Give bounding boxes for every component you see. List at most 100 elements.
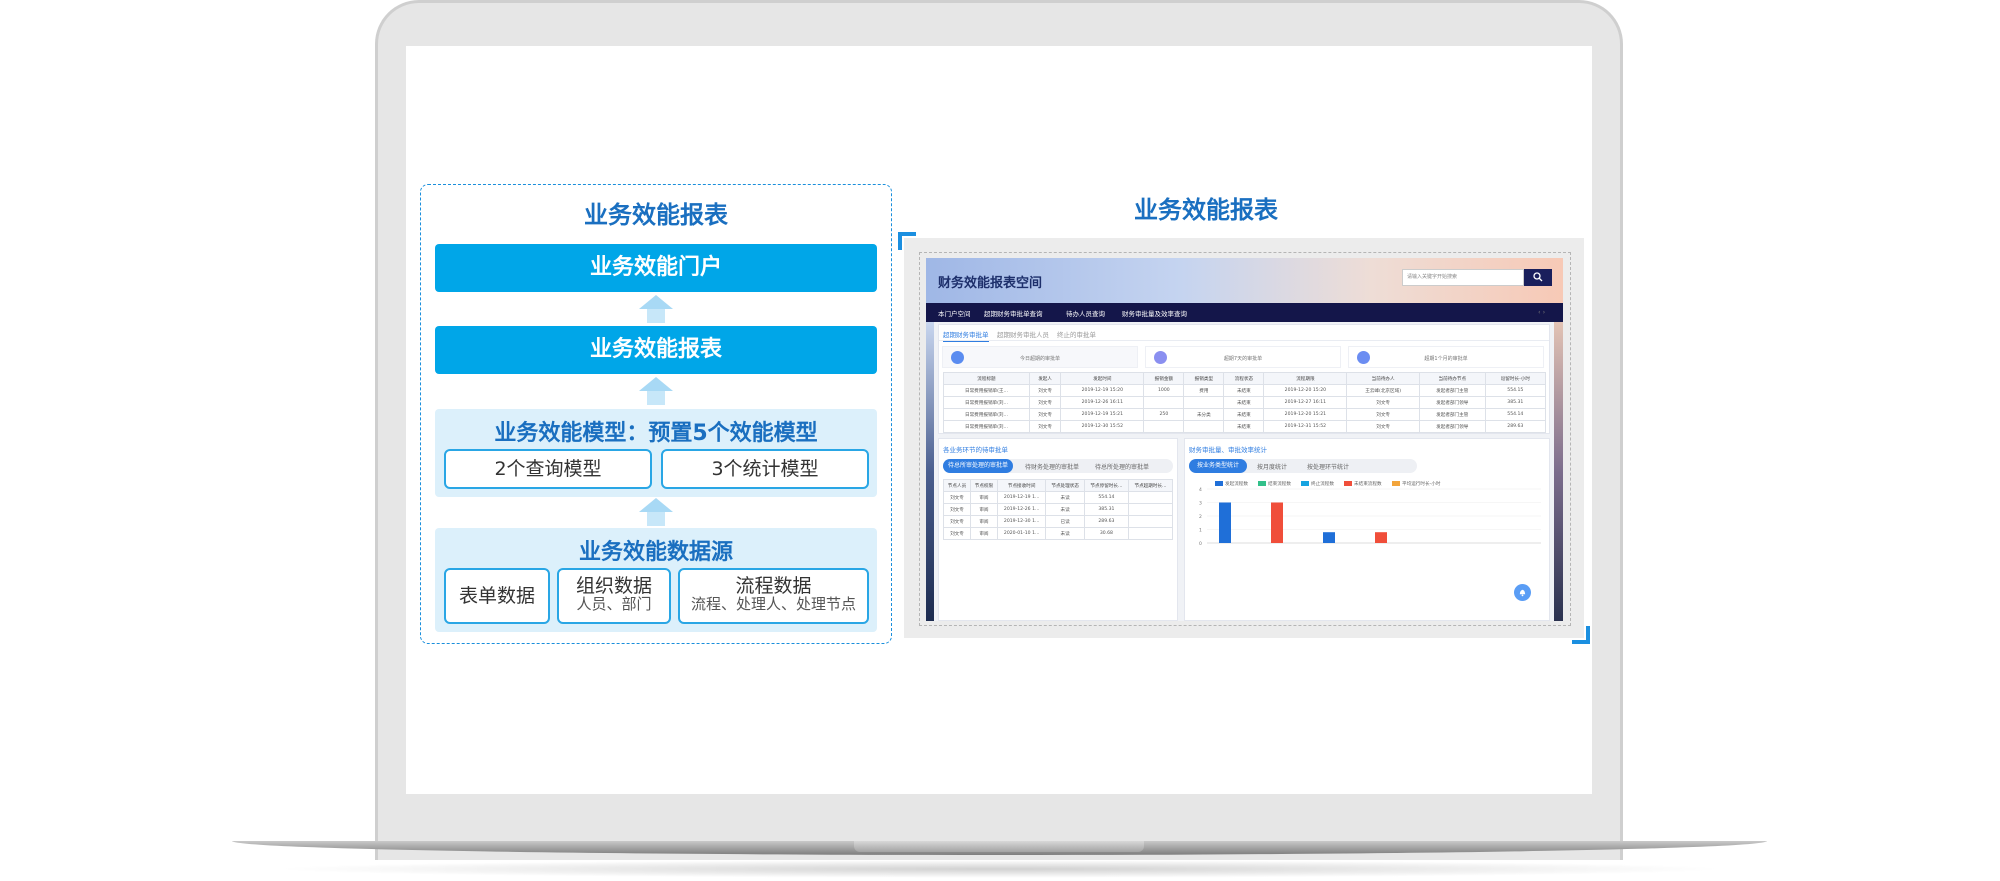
portal-bar: 业务效能门户 [435, 244, 877, 292]
column-header[interactable]: 逗留时长-小时 [1484, 372, 1547, 385]
stat-model-box: 3个统计模型 [661, 449, 869, 489]
column-header[interactable]: 流程状态 [1223, 372, 1265, 385]
table-cell: 刘文专 [943, 515, 971, 528]
nav-home[interactable]: 本门户空间 [938, 308, 971, 318]
table-row[interactable]: 日常费用报销单(刘... 刘文专 2019-12-19 15:21 250 未分类 未结束… [943, 408, 1547, 421]
table-row[interactable]: 刘文专 审阅 2020-01-10 1... 未读 30.68 [943, 527, 1174, 540]
table-cell: 2019-12-20 15:20 [1263, 384, 1348, 397]
y-tick-label: 3 [1199, 501, 1202, 507]
laptop-hinge-notch [854, 841, 1144, 852]
table-cell: 未读 [1045, 527, 1085, 540]
pending-card: 各业务环节的待审批单 待总所审处理的审批单 待财务处理的审批单 待总所处理的审批… [938, 438, 1178, 621]
overdue-card: 超期财务审批单 超期财务审批人员 终止的审批单 今日超期的审批单 超期7天的审批… [938, 324, 1550, 434]
tab-terminated[interactable]: 终止的审批单 [1057, 329, 1096, 339]
column-header[interactable]: 当前待办节点 [1418, 372, 1486, 385]
table-cell [1127, 527, 1174, 540]
table-row[interactable]: 刘文专 审阅 2019-12-30 1... 已读 289.63 [943, 515, 1174, 528]
column-header[interactable]: 报销类型 [1183, 372, 1225, 385]
table-cell: 289.63 [1083, 515, 1129, 528]
column-header[interactable]: 当前待办人 [1346, 372, 1420, 385]
search-button[interactable] [1524, 269, 1552, 286]
column-header[interactable]: 节点停留时长... [1083, 479, 1129, 492]
segment-active[interactable]: 待总所审处理的审批单 [943, 459, 1013, 473]
table-cell: 审阅 [969, 527, 998, 540]
app-nav: 本门户空间 超期财务审批单查询 待办人员查询 财务审批量及效率查询 ‹ › [926, 303, 1563, 322]
column-header[interactable]: 发起人 [1028, 372, 1062, 385]
table-cell: 日常费用报销单(王... [943, 384, 1030, 397]
table-cell: 已读 [1045, 515, 1085, 528]
y-tick-label: 0 [1199, 541, 1202, 547]
table-cell: 发起者部门领导 [1418, 420, 1486, 433]
table-cell: 刘文专 [1346, 420, 1420, 433]
laptop-screen: 业务效能报表 业务效能门户 业务效能报表 业务效能模型：预置5个效能模型 2个查… [406, 46, 1592, 794]
table-cell: 1000 [1143, 384, 1185, 397]
table-cell: 未结束 [1223, 396, 1265, 409]
finance-report-app: 财务效能报表空间 请输入关键字开始搜索 本门户空间 超期财务审批单查询 待办人员… [926, 258, 1563, 621]
column-header[interactable]: 节点接收时间 [996, 479, 1047, 492]
model-panel-title: 业务效能模型：预置5个效能模型 [494, 421, 818, 446]
arrow-up-icon [639, 498, 673, 526]
table-cell: 刘文专 [1028, 396, 1062, 409]
table-cell: 554.14 [1484, 408, 1547, 421]
table-cell: 日常费用报销单(刘... [943, 420, 1030, 433]
table-cell: 审阅 [969, 491, 998, 504]
stat-1month[interactable]: 超期1个月的审批单 [1348, 346, 1544, 368]
flow-data-sub: 流程、处理人、处理节点 [690, 595, 856, 613]
stat-7days[interactable]: 超期7天的审批单 [1145, 346, 1341, 368]
column-header[interactable]: 流程期限 [1263, 372, 1348, 385]
tab-overdue[interactable]: 超期财务审批单 [943, 329, 989, 342]
table-cell: 2019-12-19 15:21 [1060, 408, 1145, 421]
overdue-table: 流程标题 发起人 发起时间 报销金额 报销类型 流程状态 流程期限 当前待办人 当前待办节点 逗留… [943, 372, 1547, 433]
table-cell: 2020-01-10 1... [996, 527, 1047, 540]
nav-arrows-icon[interactable]: ‹ › [1538, 308, 1545, 316]
table-cell: 发起者部门领导 [1418, 396, 1486, 409]
table-row[interactable]: 刘文专 审阅 2019-12-26 1... 未读 385.31 [943, 503, 1174, 516]
table-cell: 2019-12-19 15:20 [1060, 384, 1145, 397]
segment-item[interactable]: 待财务处理的审批单 [1025, 462, 1079, 471]
nav-pending[interactable]: 待办人员查询 [1066, 308, 1105, 318]
diagram-title: 业务效能报表 [584, 201, 728, 229]
segment-item[interactable]: 待总所处理的审批单 [1095, 462, 1149, 471]
table-cell: 250 [1143, 408, 1185, 421]
column-header[interactable]: 节点处理状态 [1045, 479, 1085, 492]
table-cell [1143, 420, 1185, 433]
form-data-box: 表单数据 [444, 568, 550, 624]
chart-bar[interactable] [1375, 532, 1387, 543]
nav-efficiency[interactable]: 财务审批量及效率查询 [1122, 308, 1187, 318]
tab-overdue-people[interactable]: 超期财务审批人员 [997, 329, 1049, 339]
column-header[interactable]: 报销金额 [1143, 372, 1185, 385]
table-cell [1143, 396, 1185, 409]
table-cell: 30.68 [1083, 527, 1129, 540]
table-cell: 审阅 [969, 503, 998, 516]
org-data-box: 组织数据 人员、部门 [557, 568, 671, 624]
table-cell: 554.15 [1484, 384, 1547, 397]
table-cell: 发起者部门主管 [1418, 384, 1486, 397]
chart-bar[interactable] [1271, 502, 1283, 544]
nav-overdue[interactable]: 超期财务审批单查询 [984, 308, 1043, 318]
table-cell: 刘文专 [943, 503, 971, 516]
table-row[interactable]: 日常费用报销单(刘... 刘文专 2019-12-30 15:52 未结束 2019-1… [943, 420, 1547, 433]
search-input[interactable]: 请输入关键字开始搜索 [1402, 269, 1524, 286]
table-cell: 日常费用报销单(刘... [943, 396, 1030, 409]
table-cell: 刘文专 [943, 491, 971, 504]
stats-bar-chart: 4 3 2 1 0 [1199, 487, 1541, 547]
column-header[interactable]: 发起时间 [1060, 372, 1145, 385]
table-cell: 发起者部门主管 [1418, 408, 1486, 421]
column-header[interactable]: 流程标题 [943, 372, 1030, 385]
chart-bar[interactable] [1323, 532, 1335, 543]
stat-today[interactable]: 今日超期的审批单 [942, 346, 1138, 368]
query-model-box: 2个查询模型 [444, 449, 652, 489]
table-row[interactable]: 日常费用报销单(刘... 刘文专 2019-12-26 16:11 未结束 2019-1… [943, 396, 1547, 409]
magnifier-icon [1533, 272, 1543, 282]
table-cell: 554.14 [1083, 491, 1129, 504]
column-header[interactable]: 节点人员 [943, 479, 971, 492]
table-row[interactable]: 刘文专 审阅 2019-12-19 1... 未读 554.14 [943, 491, 1174, 504]
column-header[interactable]: 节点超期时长... [1127, 479, 1174, 492]
flow-data-box: 流程数据 流程、处理人、处理节点 [678, 568, 869, 624]
table-cell: 2019-12-27 16:11 [1263, 396, 1348, 409]
table-cell [1183, 420, 1225, 433]
chart-bar[interactable] [1219, 502, 1231, 544]
bell-icon[interactable] [1514, 584, 1531, 601]
table-row[interactable]: 日常费用报销单(王... 刘文专 2019-12-19 15:20 1000 费用 未结束… [943, 384, 1547, 397]
column-header[interactable]: 节点权限 [969, 479, 998, 492]
